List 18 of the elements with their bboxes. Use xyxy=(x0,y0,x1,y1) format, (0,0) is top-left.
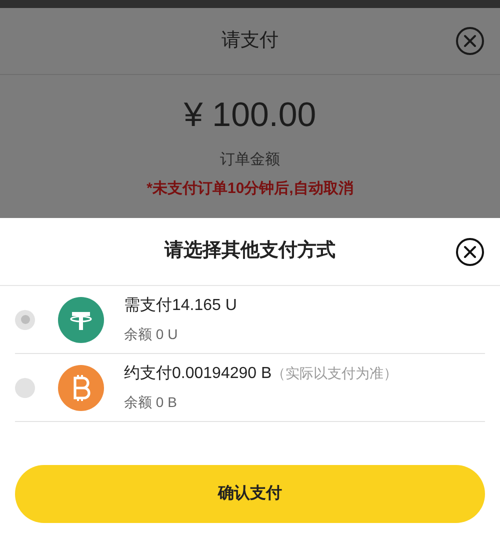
balance-text: 余额 0 U xyxy=(124,325,179,344)
radio-button[interactable] xyxy=(15,378,35,398)
sheet-title: 请支付 xyxy=(222,28,278,53)
payment-note: （实际以支付为准） xyxy=(272,364,398,383)
close-icon[interactable] xyxy=(455,236,485,266)
sheet-title: 请选择其他支付方式 xyxy=(164,238,336,264)
bitcoin-coin-icon xyxy=(58,364,104,410)
confirm-payment-button[interactable]: 确认支付 xyxy=(15,465,485,523)
amount-label: 订单金额 xyxy=(220,150,280,170)
payment-option[interactable]: 约支付0.00194290 B（实际以支付为准） 余额 0 B xyxy=(15,354,485,422)
radio-button[interactable] xyxy=(15,310,35,330)
balance-text: 余额 0 B xyxy=(124,393,178,412)
tether-coin-icon xyxy=(58,296,104,342)
payment-option[interactable]: 需支付14.165 U 余额 0 U xyxy=(15,286,485,354)
payment-amount: 约支付0.00194290 B xyxy=(124,364,272,384)
amount-text: ¥ 100.00 xyxy=(184,95,316,135)
payment-amount: 需支付14.165 U xyxy=(124,296,237,316)
warning-text: *未支付订单10分钟后,自动取消 xyxy=(146,178,354,198)
